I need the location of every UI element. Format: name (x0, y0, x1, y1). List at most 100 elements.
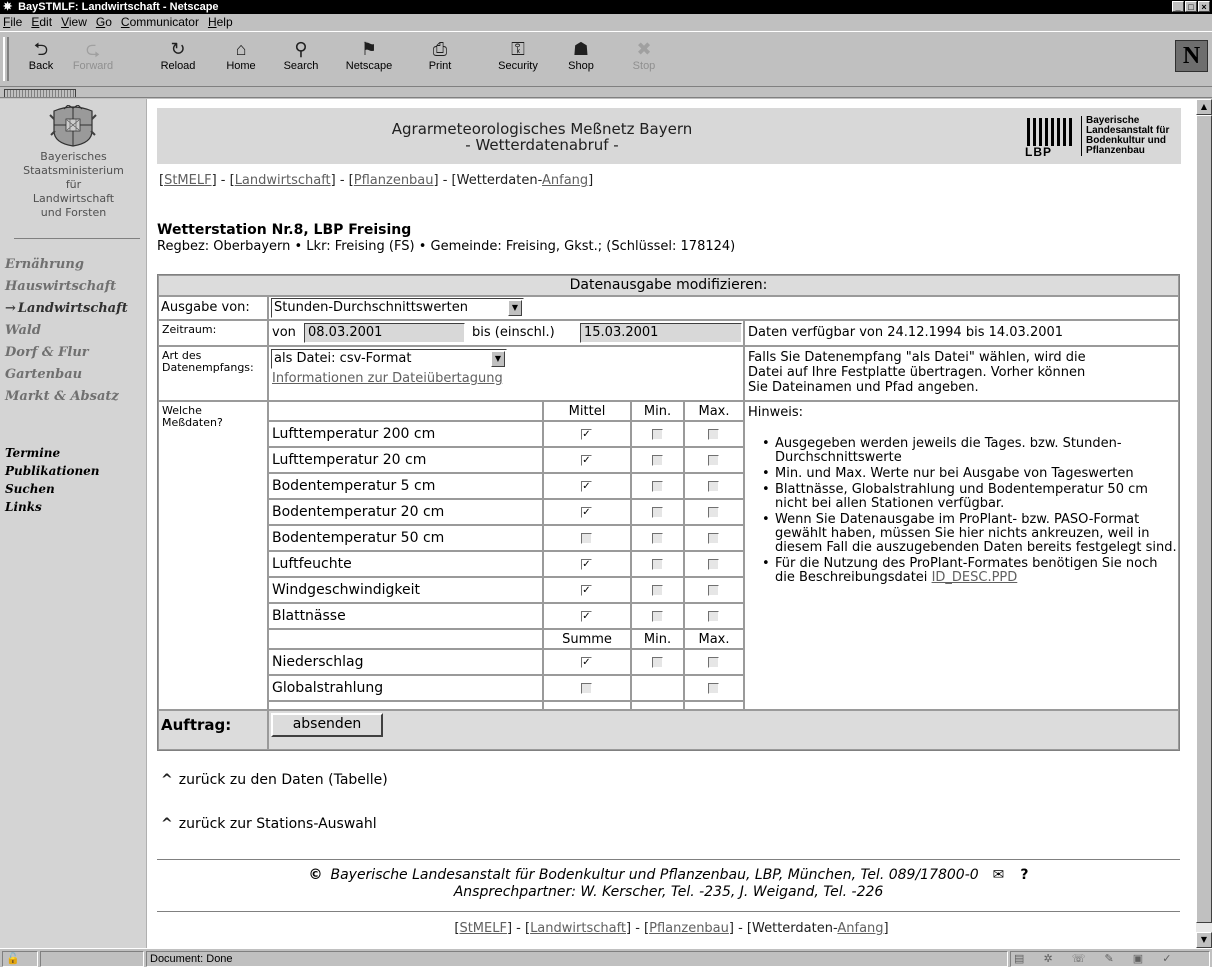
max-checkbox[interactable] (708, 455, 719, 466)
bis-date-input[interactable]: 15.03.2001 (580, 323, 742, 343)
component-bar[interactable]: ▤ ✲ ☏ ✎ ▣ ✓ (1010, 951, 1210, 967)
mean-checkbox[interactable]: ✓ (581, 455, 592, 466)
measure-option-cell (631, 675, 684, 701)
min-checkbox[interactable] (652, 429, 663, 440)
toolbar-collapse-tab[interactable] (4, 89, 76, 97)
vertical-scrollbar[interactable]: ▲ ▼ (1196, 99, 1212, 948)
netscape-logo[interactable]: N (1175, 40, 1208, 72)
mail-icon[interactable]: ✉ (993, 867, 1005, 883)
art-label-cell: Art des Datenempfangs: (158, 346, 268, 401)
breadcrumb-stmelf[interactable]: StMELF (459, 921, 507, 936)
print-button[interactable]: ⎙ Print (413, 38, 467, 82)
zeitraum-label: Zeitraum: (162, 323, 217, 336)
mean-checkbox[interactable]: ✓ (581, 657, 592, 668)
mean-checkbox[interactable]: ✓ (581, 585, 592, 596)
min-checkbox[interactable] (652, 533, 663, 544)
column-header-label: Min. (643, 404, 672, 419)
nav-item-hauswirtschaft[interactable]: Hauswirtschaft (5, 276, 128, 298)
max-checkbox[interactable] (708, 559, 719, 570)
max-checkbox[interactable] (708, 611, 719, 622)
scroll-thumb[interactable] (1196, 115, 1212, 923)
menu-view[interactable]: View (61, 14, 87, 30)
art-select[interactable]: als Datei: csv-Format ▼ (271, 349, 507, 369)
max-checkbox[interactable] (708, 585, 719, 596)
breadcrumb-pflanzenbau[interactable]: Pflanzenbau (354, 173, 434, 188)
scroll-up-button[interactable]: ▲ (1196, 99, 1212, 115)
toolbar-grip[interactable] (3, 37, 9, 81)
mean-checkbox[interactable]: ✓ (581, 559, 592, 570)
home-button[interactable]: ⌂ Home (214, 38, 268, 82)
status-bar: 🔓 Document: Done ▤ ✲ ☏ ✎ ▣ ✓ (0, 948, 1212, 967)
nav-item-dorf-flur[interactable]: Dorf & Flur (5, 342, 128, 364)
mean-checkbox[interactable] (581, 533, 592, 544)
art-value-cell: als Datei: csv-Format ▼ Informationen zu… (268, 346, 744, 401)
scroll-down-button[interactable]: ▼ (1196, 932, 1212, 948)
nav-item-suchen[interactable]: Suchen (5, 480, 100, 498)
menu-go[interactable]: Go (96, 14, 112, 30)
nav-item-wald[interactable]: Wald (5, 320, 128, 342)
min-checkbox[interactable] (652, 611, 663, 622)
minimize-button[interactable]: _ (1172, 1, 1184, 12)
reload-button[interactable]: ↻ Reload (151, 38, 205, 82)
min-checkbox[interactable] (652, 481, 663, 492)
security-button[interactable]: ⚿ Security (491, 38, 545, 82)
max-checkbox[interactable] (708, 533, 719, 544)
breadcrumb-pflanzenbau[interactable]: Pflanzenbau (649, 921, 729, 936)
min-checkbox[interactable] (652, 455, 663, 466)
back-button[interactable]: ⮌ Back (14, 38, 68, 82)
window-title: BaySTMLF: Landwirtschaft - Netscape (18, 1, 219, 13)
menu-edit[interactable]: Edit (31, 14, 52, 30)
menu-help[interactable]: Help (208, 14, 233, 30)
min-checkbox[interactable] (652, 507, 663, 518)
file-transfer-info-link[interactable]: Informationen zur Dateiübertagung (272, 371, 503, 386)
mean-checkbox[interactable]: ✓ (581, 429, 592, 440)
mean-checkbox[interactable]: ✓ (581, 611, 592, 622)
nav-item-markt-absatz[interactable]: Markt & Absatz (5, 386, 128, 408)
menu-communicator[interactable]: Communicator (121, 14, 199, 30)
forward-button[interactable]: ⮎ Forward (66, 38, 120, 82)
max-checkbox[interactable] (708, 507, 719, 518)
shop-button[interactable]: ☗ Shop (554, 38, 608, 82)
breadcrumb-anfang[interactable]: Anfang (837, 921, 883, 936)
menu-file[interactable]: File (3, 14, 22, 30)
min-checkbox[interactable] (652, 559, 663, 570)
netscape-button[interactable]: ⚑ Netscape (342, 38, 396, 82)
nav-item-landwirtschaft[interactable]: → Landwirtschaft (5, 298, 128, 320)
id-desc-ppd-link[interactable]: ID_DESC.PPD (932, 570, 1018, 585)
measure-row: Luftfeuchte (268, 551, 543, 577)
footer-institution: Bayerische Landesanstalt für Bodenkultur… (330, 867, 979, 883)
measure-row: Bodentemperatur 20 cm (268, 499, 543, 525)
maximize-button[interactable]: □ (1185, 1, 1197, 12)
nav-item-ernaehrung[interactable]: Ernährung (5, 254, 128, 276)
mean-checkbox[interactable]: ✓ (581, 481, 592, 492)
mean-checkbox[interactable]: ✓ (581, 507, 592, 518)
nav-item-termine[interactable]: Termine (5, 444, 100, 462)
breadcrumb-anfang[interactable]: Anfang (542, 173, 588, 188)
min-checkbox[interactable] (652, 585, 663, 596)
mean-checkbox[interactable] (581, 683, 592, 694)
nav-item-gartenbau[interactable]: Gartenbau (5, 364, 128, 386)
close-button[interactable]: × (1198, 1, 1210, 12)
min-checkbox[interactable] (652, 657, 663, 668)
back-to-data-link[interactable]: ^ zurück zu den Daten (Tabelle) (161, 772, 388, 788)
max-checkbox[interactable] (708, 481, 719, 492)
nav-item-links[interactable]: Links (5, 498, 100, 516)
max-checkbox[interactable] (708, 429, 719, 440)
max-checkbox[interactable] (708, 657, 719, 668)
stop-button[interactable]: ✖ Stop (617, 38, 671, 82)
ausgabe-select[interactable]: Stunden-Durchschnittswerten ▼ (271, 298, 524, 318)
breadcrumb-stmelf[interactable]: StMELF (164, 173, 212, 188)
left-navigation: Bayerisches Staatsministerium für Landwi… (0, 99, 147, 948)
absenden-button[interactable]: absenden (271, 713, 383, 737)
help-icon[interactable]: ? (1020, 867, 1028, 883)
von-date-input[interactable]: 08.03.2001 (304, 323, 465, 343)
breadcrumb-landwirtschaft[interactable]: Landwirtschaft (530, 921, 626, 936)
max-checkbox[interactable] (708, 683, 719, 694)
nav-item-publikationen[interactable]: Publikationen (5, 462, 100, 480)
back-to-station-link[interactable]: ^ zurück zur Stations-Auswahl (161, 816, 377, 832)
measure-option-cell (543, 525, 631, 551)
security-status-icon[interactable]: 🔓 (2, 951, 38, 967)
shop-icon: ☗ (572, 39, 590, 59)
breadcrumb-landwirtschaft[interactable]: Landwirtschaft (235, 173, 331, 188)
search-button[interactable]: ⚲ Search (274, 38, 328, 82)
